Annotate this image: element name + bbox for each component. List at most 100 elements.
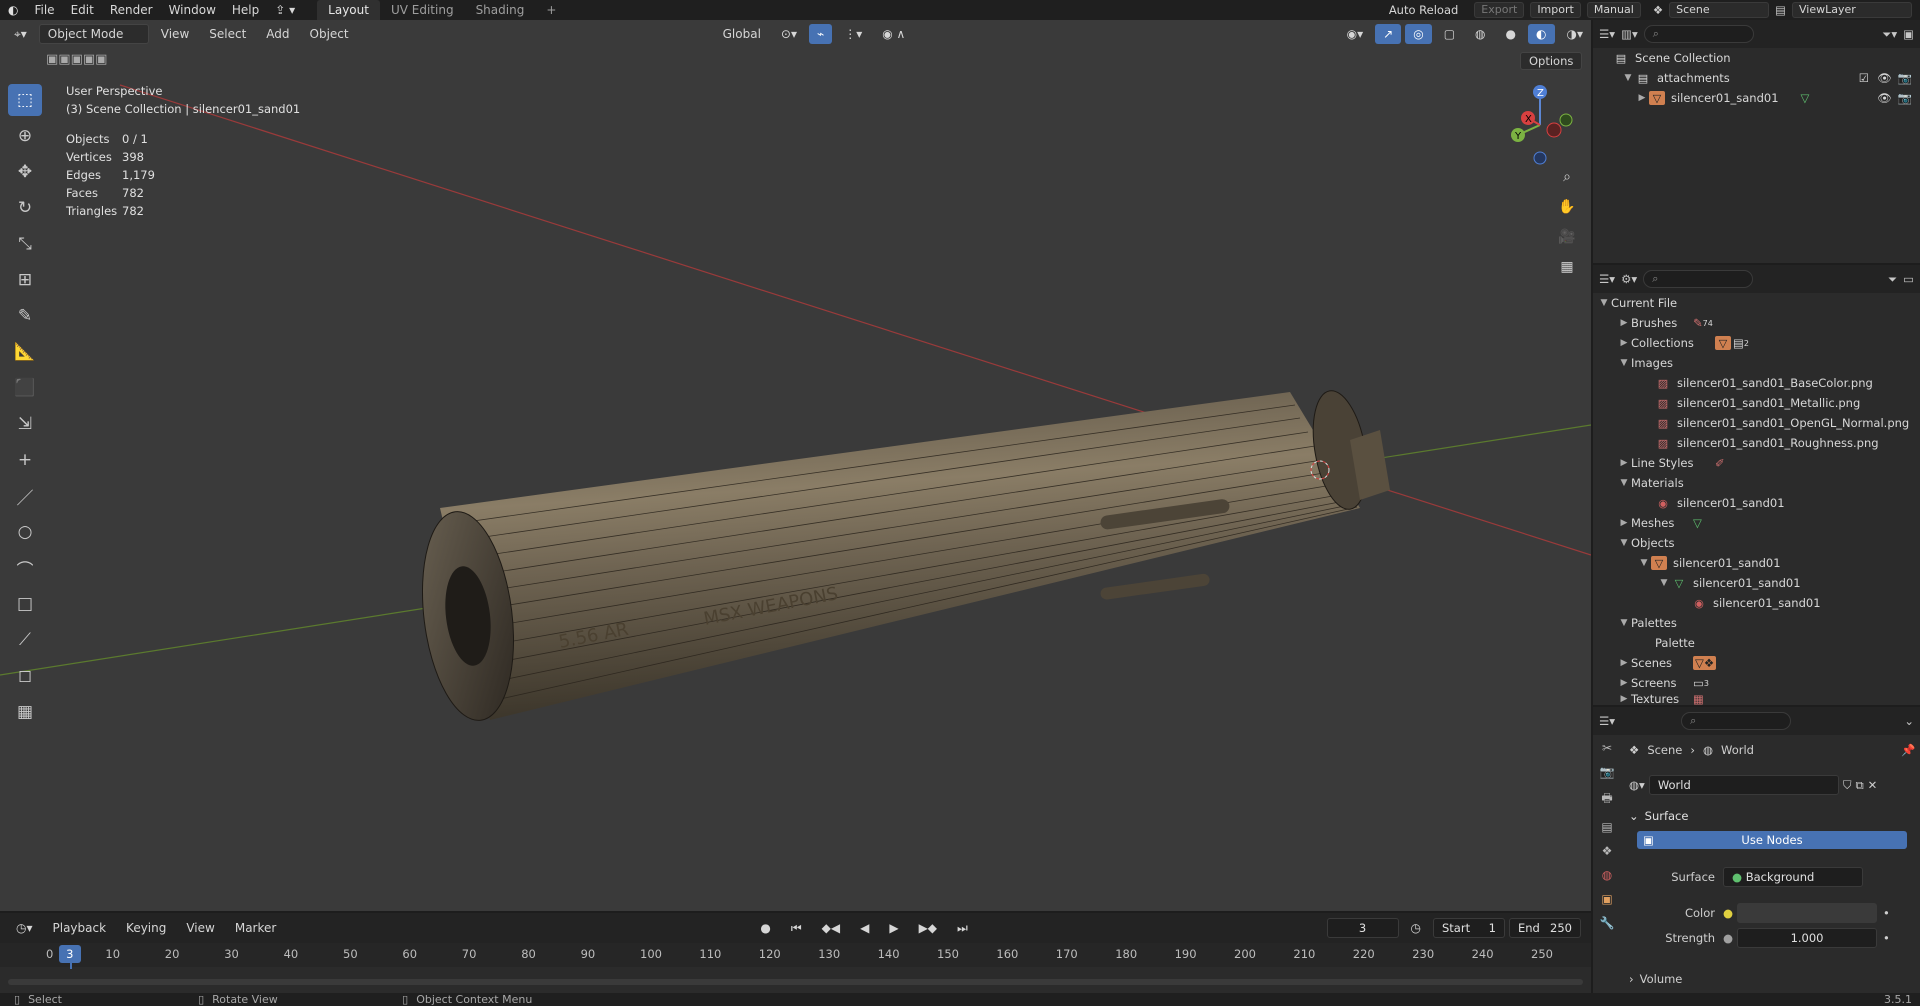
end-frame-field[interactable]: End 250 — [1509, 918, 1581, 938]
timeline-ruler[interactable]: 0 10 20 30 40 50 60 70 80 90 100 110 120 130 140 150 160… — [0, 943, 1591, 999]
tree-line-styles[interactable]: ▶ Line Styles ✐ — [1593, 453, 1920, 473]
display-mode-icon[interactable]: ▥▾ — [1621, 27, 1638, 41]
selection-mode-buttons[interactable]: ▣▣▣▣▣ — [46, 52, 107, 67]
manual-button[interactable]: Manual — [1586, 2, 1641, 18]
menu-help[interactable]: Help — [224, 0, 267, 20]
image-item[interactable]: ▨ silencer01_sand01_OpenGL_Normal.png — [1593, 413, 1920, 433]
object-mesh-item[interactable]: ▼ ▽ silencer01_sand01 — [1593, 573, 1920, 593]
editor-type-icon[interactable]: ☰▾ — [1599, 27, 1615, 41]
select-box-icon[interactable]: ⬚ — [8, 84, 42, 116]
menu-view[interactable]: View — [153, 24, 197, 44]
wireframe-shading-icon[interactable]: ◍ — [1467, 24, 1493, 44]
record-icon[interactable]: ● — [752, 918, 778, 938]
timeline-scrollbar[interactable] — [8, 979, 1583, 985]
add-plane-icon[interactable]: □ — [8, 588, 42, 620]
navigation-gizmo[interactable]: Z Y X — [1498, 80, 1578, 170]
extrude-icon[interactable]: ⇲ — [8, 408, 42, 440]
view-layer-selector[interactable]: ViewLayer — [1792, 2, 1912, 18]
xray-icon[interactable]: ▢ — [1436, 24, 1463, 44]
pivot-icon[interactable]: ⊙▾ — [773, 24, 805, 44]
material-item[interactable]: ◉ silencer01_sand01 — [1593, 493, 1920, 513]
pan-hand-icon[interactable]: ✋ — [1556, 196, 1578, 218]
jump-start-icon[interactable]: ⏮ — [783, 918, 810, 938]
tree-screens[interactable]: ▶ Screens ▭ 3 — [1593, 673, 1920, 693]
menu-add[interactable]: Add — [258, 24, 297, 44]
scene-tab-icon[interactable]: ❖ — [1602, 844, 1613, 858]
cursor-icon[interactable]: ⊕ — [8, 120, 42, 152]
move-icon[interactable]: ✥ — [8, 156, 42, 188]
eyedropper-icon[interactable]: ⟋ — [8, 624, 42, 656]
clock-icon[interactable]: ◷ — [1403, 918, 1429, 938]
checkbox-icon[interactable]: ☑ — [1859, 71, 1869, 85]
object-item[interactable]: ▼ ▽ silencer01_sand01 — [1593, 553, 1920, 573]
render-tab-icon[interactable]: 📷 — [1600, 765, 1615, 779]
tree-collections[interactable]: ▶ Collections ▽ ▤ 2 — [1593, 333, 1920, 353]
keyframe-dot-icon[interactable]: • — [1883, 931, 1890, 945]
scene-selector[interactable]: Scene — [1669, 2, 1770, 18]
editor-type-icon[interactable]: ☰▾ — [1599, 272, 1615, 286]
add-mesh-icon[interactable]: ◻ — [8, 660, 42, 692]
blend-file-search-input[interactable]: ⌕ — [1643, 270, 1754, 288]
rendered-shading-icon[interactable]: ◑▾ — [1559, 24, 1592, 44]
tab-shading[interactable]: Shading — [465, 0, 536, 20]
filter-icon[interactable]: ⏷▾ — [1882, 27, 1897, 42]
export-button[interactable]: Export — [1474, 2, 1525, 18]
editor-type-icon[interactable]: ☰▾ — [1599, 714, 1615, 728]
world-browse-icon[interactable]: ◍▾ — [1629, 778, 1645, 792]
tree-current-file[interactable]: ▼ Current File — [1593, 293, 1920, 313]
tree-scenes[interactable]: ▶ Scenes ▽❖ — [1593, 653, 1920, 673]
rotate-icon[interactable]: ↻ — [8, 192, 42, 224]
add-line-icon[interactable]: ／ — [8, 480, 42, 512]
solid-shading-icon[interactable]: ● — [1498, 24, 1524, 44]
next-key-icon[interactable]: ▶◆ — [911, 918, 945, 938]
upload-icon[interactable]: ⇪ ▾ — [267, 0, 303, 20]
transform-icon[interactable]: ⊞ — [8, 264, 42, 296]
visibility-icon[interactable]: ◉▾ — [1339, 24, 1372, 44]
object-material-item[interactable]: ◉ silencer01_sand01 — [1593, 593, 1920, 613]
add-vertex-icon[interactable]: + — [8, 444, 42, 476]
eye-icon[interactable]: 👁 — [1877, 91, 1892, 105]
current-frame-field[interactable]: 3 — [1326, 918, 1399, 938]
prev-key-icon[interactable]: ◆◀ — [814, 918, 848, 938]
volume-panel-header[interactable]: › Volume — [1629, 972, 1682, 986]
surface-panel-header[interactable]: ⌄ Surface — [1629, 805, 1915, 827]
menu-render[interactable]: Render — [102, 0, 161, 20]
properties-search-input[interactable]: ⌕ — [1681, 712, 1792, 730]
tree-meshes[interactable]: ▶ Meshes ▽ — [1593, 513, 1920, 533]
outliner-row-silencer[interactable]: ▶ ▽ silencer01_sand01 ▽ 👁 📷 — [1593, 88, 1920, 108]
tree-objects[interactable]: ▼ Objects — [1593, 533, 1920, 553]
options-dropdown[interactable]: Options — [1520, 52, 1583, 70]
menu-marker[interactable]: Marker — [227, 918, 284, 938]
proportional-edit-icon[interactable]: ◉ ∧ — [874, 24, 913, 44]
camera-icon[interactable]: 🎥 — [1556, 226, 1578, 248]
color-swatch[interactable] — [1737, 903, 1878, 923]
start-frame-field[interactable]: Start 1 — [1433, 918, 1505, 938]
tool-tab-icon[interactable]: ✂ — [1602, 741, 1612, 755]
3d-viewport[interactable]: 5.56 AR MSX WEAPONS ⌖▾ Object Mode View … — [0, 20, 1591, 911]
tree-materials[interactable]: ▼ Materials — [1593, 473, 1920, 493]
outliner-row-attachments[interactable]: ▼ ▤ attachments ☑ 👁 📷 — [1593, 68, 1920, 88]
snap-icon[interactable]: ⌁ — [808, 24, 833, 44]
editor-type-icon[interactable]: ◷▾ — [8, 918, 41, 938]
keyframe-dot-icon[interactable]: • — [1883, 906, 1890, 920]
filter-icon[interactable]: ⏷ — [1888, 272, 1897, 287]
ortho-grid-icon[interactable]: ▦ — [1556, 256, 1578, 278]
view-layer-tab-icon[interactable]: ▤ — [1601, 820, 1612, 834]
purge-icon[interactable]: ▭ — [1903, 272, 1914, 286]
menu-select[interactable]: Select — [201, 24, 254, 44]
chevron-down-icon[interactable]: ⌄ — [1904, 714, 1914, 728]
mode-selector[interactable]: Object Mode — [38, 24, 149, 44]
world-name-field[interactable]: World — [1648, 775, 1839, 795]
playhead[interactable]: 3 — [58, 945, 81, 963]
view-layer-icon[interactable]: ▤ — [1775, 3, 1786, 17]
gizmo-toggle-icon[interactable]: ↗ — [1375, 24, 1402, 44]
menu-file[interactable]: File — [26, 0, 62, 20]
editor-type-icon[interactable]: ⌖▾ — [6, 24, 35, 44]
menu-view[interactable]: View — [178, 918, 222, 938]
zoom-icon[interactable]: ⌕ — [1556, 166, 1578, 188]
import-button[interactable]: Import — [1530, 2, 1581, 18]
scene-icon[interactable]: ❖ — [1653, 3, 1663, 17]
tree-images[interactable]: ▼ Images — [1593, 353, 1920, 373]
scale-icon[interactable]: ⤡ — [8, 228, 42, 260]
add-workspace-button[interactable]: + — [535, 0, 567, 20]
